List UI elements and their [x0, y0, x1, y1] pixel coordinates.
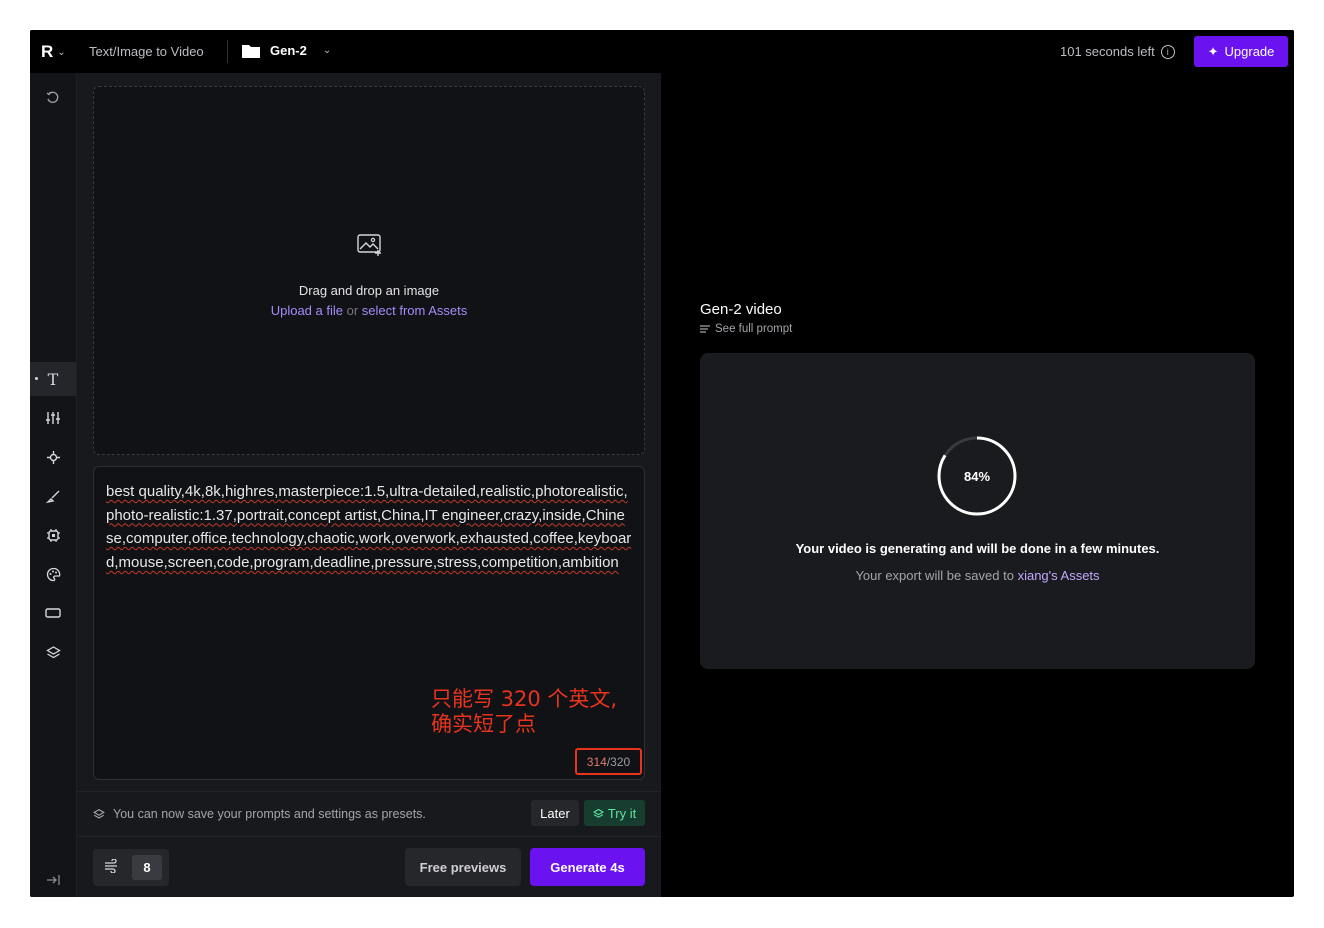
brush-icon[interactable]: [30, 479, 76, 513]
history-icon[interactable]: [30, 81, 76, 115]
see-full-prompt-link[interactable]: See full prompt: [700, 323, 792, 335]
progress-percent: 84%: [963, 468, 991, 484]
time-left-text: 101 seconds left: [1060, 44, 1155, 59]
select-assets-link[interactable]: select from Assets: [362, 303, 467, 318]
assets-link[interactable]: xiang's Assets: [1018, 568, 1100, 583]
annotation-line-2: 确实短了点: [431, 712, 536, 736]
export-prefix: Your export will be saved to: [855, 568, 1014, 583]
prompt-text: best quality,4k,8k,highres,masterpiece:1…: [106, 480, 632, 574]
layers-icon: [93, 808, 105, 819]
top-bar: R ⌄ Text/Image to Video Gen-2 ⌄ 101 seco…: [30, 30, 1294, 73]
camera-motion-icon[interactable]: [30, 440, 76, 474]
input-panel: Drag and drop an image Upload a file or …: [77, 73, 661, 897]
seed-control[interactable]: 8: [93, 849, 169, 886]
free-previews-button[interactable]: Free previews: [405, 848, 521, 886]
dropzone-subtitle: Upload a file or select from Assets: [94, 303, 644, 318]
char-count: 314: [586, 754, 607, 769]
collapse-icon[interactable]: [30, 863, 76, 897]
layers-icon: [592, 808, 604, 818]
image-upload-icon: [357, 234, 383, 261]
tool-rail: T: [30, 73, 77, 897]
divider: [227, 40, 228, 63]
aspect-ratio-icon[interactable]: [30, 596, 76, 630]
chevron-down-icon: ⌄: [322, 45, 332, 56]
upload-file-link[interactable]: Upload a file: [271, 303, 343, 318]
dropzone-title: Drag and drop an image: [298, 283, 440, 298]
preset-message: You can now save your prompts and settin…: [93, 807, 426, 821]
see-full-prompt-label: See full prompt: [715, 323, 793, 335]
char-limit: /320: [606, 754, 631, 769]
text-icon[interactable]: T: [30, 362, 76, 396]
time-left: 101 seconds left i: [1060, 44, 1175, 59]
video-preview-card: 84% Your video is generating and will be…: [700, 353, 1255, 669]
or-text: or: [346, 303, 359, 318]
folder-name: Gen-2: [270, 43, 307, 58]
bottom-toolbar: 8 Free previews Generate 4s: [77, 835, 661, 897]
upgrade-button[interactable]: ✦ Upgrade: [1194, 36, 1288, 67]
prompt-textarea[interactable]: best quality,4k,8k,highres,masterpiece:1…: [93, 466, 645, 780]
char-counter: 314/320: [575, 748, 642, 775]
upgrade-label: Upgrade: [1224, 44, 1275, 59]
preset-message-text: You can now save your prompts and settin…: [113, 807, 426, 821]
image-dropzone[interactable]: Drag and drop an image Upload a file or …: [93, 86, 645, 455]
layers-icon[interactable]: [30, 635, 76, 669]
sparkle-icon: ✦: [1207, 43, 1219, 59]
seed-value[interactable]: 8: [132, 855, 162, 880]
palette-icon[interactable]: [30, 557, 76, 591]
generate-button[interactable]: Generate 4s: [530, 848, 645, 886]
annotation-note: 只能写 320 个英文, 确实短了点: [431, 687, 617, 737]
settings-chip-icon[interactable]: [30, 518, 76, 552]
annotation-line-1: 只能写 320 个英文,: [431, 687, 618, 711]
prompt-text-value: best quality,4k,8k,highres,masterpiece:1…: [106, 483, 632, 571]
active-dot: [35, 377, 38, 380]
lines-icon: [700, 325, 710, 333]
try-it-button[interactable]: Try it: [584, 800, 645, 826]
status-message: Your video is generating and will be don…: [795, 541, 1160, 556]
app-window: R ⌄ Text/Image to Video Gen-2 ⌄ 101 seco…: [30, 30, 1294, 897]
try-it-label: Try it: [607, 805, 637, 821]
preset-banner: You can now save your prompts and settin…: [77, 791, 661, 837]
wind-icon: [104, 858, 119, 876]
chevron-down-icon: ⌄: [57, 46, 66, 58]
breadcrumb[interactable]: Text/Image to Video: [89, 44, 204, 59]
logo-menu[interactable]: R ⌄: [41, 42, 66, 62]
info-icon[interactable]: i: [1160, 44, 1175, 59]
export-message: Your export will be saved to xiang's Ass…: [700, 568, 1255, 583]
folder-selector[interactable]: Gen-2 ⌄: [242, 43, 331, 58]
later-button[interactable]: Later: [531, 800, 579, 826]
folder-icon: [242, 44, 260, 58]
output-title: Gen-2 video: [700, 301, 782, 318]
sliders-icon[interactable]: [30, 401, 76, 435]
runway-logo-icon: R: [41, 42, 54, 61]
